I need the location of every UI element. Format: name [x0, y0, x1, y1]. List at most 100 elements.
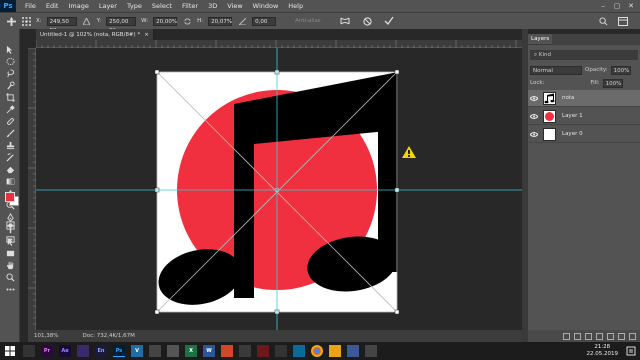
layer-row-nota[interactable]: nota	[528, 90, 640, 107]
brush-tool-icon[interactable]	[0, 127, 20, 139]
close-window-button[interactable]: ✕	[624, 0, 638, 12]
new-group-icon[interactable]	[607, 332, 614, 340]
zoom-tool-icon[interactable]	[0, 271, 20, 283]
lasso-tool-icon[interactable]	[0, 67, 20, 79]
app-icon[interactable]	[239, 345, 251, 357]
document-tab[interactable]: Untitled-1 @ 102% (nota, RGB/8#) * ×	[36, 29, 154, 40]
app-icon[interactable]	[347, 345, 359, 357]
powerpoint-icon[interactable]	[221, 345, 233, 357]
task-view-icon[interactable]	[23, 345, 35, 357]
menu-select[interactable]: Select	[147, 2, 177, 10]
opacity-label: Opacity:	[585, 67, 608, 73]
fill-label: Fill:	[590, 80, 600, 86]
canvas-area[interactable]	[36, 48, 522, 330]
premiere-icon[interactable]: Pr	[41, 345, 53, 357]
height-field[interactable]: 20,07%	[208, 16, 233, 26]
photoshop-task-icon[interactable]: Ps	[113, 345, 125, 357]
layers-panel: Layers ⌕ Kind Normal Opacity: 100% Lock:…	[528, 34, 640, 342]
adjustment-layer-icon[interactable]	[596, 332, 603, 340]
menu-type[interactable]: Type	[122, 2, 147, 10]
layer-row-layer-0[interactable]: Layer 0	[528, 126, 640, 143]
horizontal-ruler[interactable]	[35, 40, 522, 48]
encore-icon[interactable]: En	[95, 345, 107, 357]
menu-3d[interactable]: 3D	[203, 2, 222, 10]
menu-help[interactable]: Help	[283, 2, 308, 10]
tab-layers[interactable]: Layers	[528, 34, 552, 45]
minimize-button[interactable]: –	[596, 0, 610, 12]
history-brush-tool-icon[interactable]	[0, 151, 20, 163]
search-icon[interactable]	[598, 16, 608, 26]
y-field[interactable]: 250,00 px	[106, 16, 137, 33]
quick-mask-icon[interactable]	[0, 219, 20, 231]
crop-tool-icon[interactable]	[0, 91, 20, 103]
menu-layer[interactable]: Layer	[94, 2, 122, 10]
vertical-ruler[interactable]	[28, 47, 36, 330]
blend-mode-select[interactable]: Normal	[530, 65, 582, 75]
photoshop-logo: Ps	[0, 0, 16, 12]
menu-window[interactable]: Window	[248, 2, 284, 10]
eye-icon[interactable]	[529, 131, 539, 137]
notifications-icon[interactable]	[626, 345, 636, 357]
app-icon[interactable]	[167, 345, 179, 357]
canvas-artwork[interactable]	[36, 48, 522, 330]
link-layers-icon[interactable]	[563, 332, 570, 340]
after-effects-icon[interactable]: Ae	[59, 345, 71, 357]
new-layer-icon[interactable]	[618, 332, 625, 340]
opacity-field[interactable]: 100%	[610, 65, 631, 75]
eye-icon[interactable]	[529, 95, 539, 101]
maximize-button[interactable]: ▢	[610, 0, 624, 12]
eraser-tool-icon[interactable]	[0, 163, 20, 175]
move-tool-icon[interactable]	[0, 43, 20, 55]
zoom-level[interactable]: 101,38%	[34, 333, 58, 339]
warp-icon[interactable]	[340, 16, 350, 26]
menu-filter[interactable]: Filter	[177, 2, 203, 10]
commit-transform-icon[interactable]	[384, 16, 394, 26]
chrome-icon[interactable]	[311, 345, 323, 357]
foreground-color-swatch[interactable]	[5, 192, 15, 202]
shape-tool-icon[interactable]	[0, 247, 20, 259]
eye-icon[interactable]	[529, 113, 539, 119]
layer-filter-kind[interactable]: ⌕ Kind	[530, 50, 638, 60]
move-tool-icon[interactable]	[6, 16, 16, 26]
delete-layer-icon[interactable]	[629, 332, 636, 340]
quick-select-tool-icon[interactable]	[0, 79, 20, 91]
eyedropper-tool-icon[interactable]	[0, 103, 20, 115]
options-bar: X: 249,50 px Y: 250,00 px W: 20,00% H: 2…	[0, 12, 640, 33]
healing-brush-tool-icon[interactable]	[0, 115, 20, 127]
start-button[interactable]	[0, 342, 20, 360]
gradient-tool-icon[interactable]	[0, 175, 20, 187]
hand-tool-icon[interactable]	[0, 259, 20, 271]
marquee-tool-icon[interactable]	[0, 55, 20, 67]
layer-row-layer-1[interactable]: Layer 1	[528, 108, 640, 125]
menu-file[interactable]: File	[20, 2, 41, 10]
more-tools-icon[interactable]	[0, 283, 20, 295]
add-mask-icon[interactable]	[585, 332, 592, 340]
app-icon[interactable]	[365, 345, 377, 357]
close-document-icon[interactable]: ×	[144, 32, 149, 38]
lock-label: Lock:	[530, 80, 545, 86]
x-field[interactable]: 249,50 px	[46, 16, 77, 33]
excel-icon[interactable]: X	[185, 345, 197, 357]
workspace-icon[interactable]	[618, 16, 628, 26]
media-encoder-icon[interactable]	[77, 345, 89, 357]
width-field[interactable]: 20,00%	[153, 16, 178, 26]
menu-image[interactable]: Image	[63, 2, 93, 10]
clock[interactable]: 21:28 22.05.2019	[587, 344, 619, 358]
menu-edit[interactable]: Edit	[41, 2, 64, 10]
vegas-icon[interactable]: V	[131, 345, 143, 357]
add-style-icon[interactable]	[574, 332, 581, 340]
app-icon[interactable]	[149, 345, 161, 357]
app-icon[interactable]	[293, 345, 305, 357]
menu-view[interactable]: View	[222, 2, 247, 10]
clone-stamp-tool-icon[interactable]	[0, 139, 20, 151]
angle-field[interactable]: 0,00	[252, 16, 277, 26]
app-icon[interactable]	[275, 345, 287, 357]
fill-field[interactable]: 100%	[602, 78, 623, 88]
reference-point-icon[interactable]	[21, 16, 31, 26]
app-icon[interactable]	[257, 345, 269, 357]
word-icon[interactable]: W	[203, 345, 215, 357]
screen-mode-icon[interactable]	[0, 233, 20, 245]
link-icon[interactable]	[182, 16, 192, 26]
cancel-transform-icon[interactable]	[363, 16, 373, 26]
file-explorer-icon[interactable]	[329, 345, 341, 357]
